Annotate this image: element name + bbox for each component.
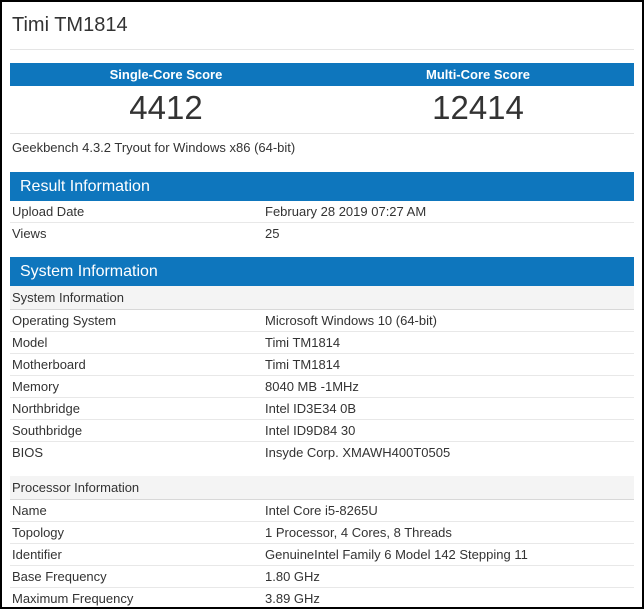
table-row: Upload Date February 28 2019 07:27 AM bbox=[10, 201, 634, 223]
row-value: 1 Processor, 4 Cores, 8 Threads bbox=[265, 525, 634, 540]
row-value: Intel ID9D84 30 bbox=[265, 423, 634, 438]
row-label: Views bbox=[10, 226, 265, 241]
row-label: Name bbox=[10, 503, 265, 518]
result-information-table: Upload Date February 28 2019 07:27 AM Vi… bbox=[10, 201, 634, 244]
processor-subsection: Processor Information Name Intel Core i5… bbox=[10, 476, 634, 609]
row-value: 8040 MB -1MHz bbox=[265, 379, 634, 394]
row-value: Insyde Corp. XMAWH400T0505 bbox=[265, 445, 634, 460]
row-label: Southbridge bbox=[10, 423, 265, 438]
row-label: Upload Date bbox=[10, 204, 265, 219]
table-row: Northbridge Intel ID3E34 0B bbox=[10, 398, 634, 420]
score-values: 4412 12414 bbox=[10, 86, 634, 133]
row-label: BIOS bbox=[10, 445, 265, 460]
table-row: Views 25 bbox=[10, 223, 634, 244]
row-value: GenuineIntel Family 6 Model 142 Stepping… bbox=[265, 547, 634, 562]
system-subsection-header: System Information bbox=[10, 286, 634, 310]
row-value: 1.80 GHz bbox=[265, 569, 634, 584]
multi-core-score-value: 12414 bbox=[322, 91, 634, 125]
table-row: Name Intel Core i5-8265U bbox=[10, 500, 634, 522]
processor-subsection-header: Processor Information bbox=[10, 476, 634, 500]
row-label: Northbridge bbox=[10, 401, 265, 416]
table-row: Identifier GenuineIntel Family 6 Model 1… bbox=[10, 544, 634, 566]
row-value: February 28 2019 07:27 AM bbox=[265, 204, 634, 219]
row-label: Base Frequency bbox=[10, 569, 265, 584]
score-banner: Single-Core Score Multi-Core Score bbox=[10, 63, 634, 86]
table-row: Motherboard Timi TM1814 bbox=[10, 354, 634, 376]
system-subsection-table: Operating System Microsoft Windows 10 (6… bbox=[10, 310, 634, 463]
single-core-score-value: 4412 bbox=[10, 91, 322, 125]
row-value: Intel ID3E34 0B bbox=[265, 401, 634, 416]
row-label: Identifier bbox=[10, 547, 265, 562]
table-row: Maximum Frequency 3.89 GHz bbox=[10, 588, 634, 609]
title-bar: Timi TM1814 bbox=[10, 2, 634, 50]
page-content: Timi TM1814 Single-Core Score Multi-Core… bbox=[2, 2, 642, 609]
table-row: Model Timi TM1814 bbox=[10, 332, 634, 354]
system-subsection: System Information Operating System Micr… bbox=[10, 286, 634, 463]
row-label: Memory bbox=[10, 379, 265, 394]
benchmark-version-caption: Geekbench 4.3.2 Tryout for Windows x86 (… bbox=[10, 133, 634, 163]
table-row: Topology 1 Processor, 4 Cores, 8 Threads bbox=[10, 522, 634, 544]
row-value: Microsoft Windows 10 (64-bit) bbox=[265, 313, 634, 328]
table-row: BIOS Insyde Corp. XMAWH400T0505 bbox=[10, 442, 634, 463]
result-page: Timi TM1814 Single-Core Score Multi-Core… bbox=[0, 0, 644, 609]
processor-subsection-table: Name Intel Core i5-8265U Topology 1 Proc… bbox=[10, 500, 634, 609]
row-value: 25 bbox=[265, 226, 634, 241]
row-label: Model bbox=[10, 335, 265, 350]
row-value: 3.89 GHz bbox=[265, 591, 634, 606]
table-row: Operating System Microsoft Windows 10 (6… bbox=[10, 310, 634, 332]
result-information-header: Result Information bbox=[10, 172, 634, 201]
row-label: Operating System bbox=[10, 313, 265, 328]
system-information-section: System Information System Information Op… bbox=[10, 257, 634, 609]
table-row: Memory 8040 MB -1MHz bbox=[10, 376, 634, 398]
row-label: Motherboard bbox=[10, 357, 265, 372]
single-core-score-header: Single-Core Score bbox=[10, 63, 322, 86]
page-title: Timi TM1814 bbox=[12, 12, 632, 38]
result-information-section: Result Information Upload Date February … bbox=[10, 172, 634, 244]
row-label: Maximum Frequency bbox=[10, 591, 265, 606]
row-value: Timi TM1814 bbox=[265, 357, 634, 372]
multi-core-score-header: Multi-Core Score bbox=[322, 63, 634, 86]
table-row: Base Frequency 1.80 GHz bbox=[10, 566, 634, 588]
row-value: Intel Core i5-8265U bbox=[265, 503, 634, 518]
table-row: Southbridge Intel ID9D84 30 bbox=[10, 420, 634, 442]
row-value: Timi TM1814 bbox=[265, 335, 634, 350]
system-information-header: System Information bbox=[10, 257, 634, 286]
row-label: Topology bbox=[10, 525, 265, 540]
